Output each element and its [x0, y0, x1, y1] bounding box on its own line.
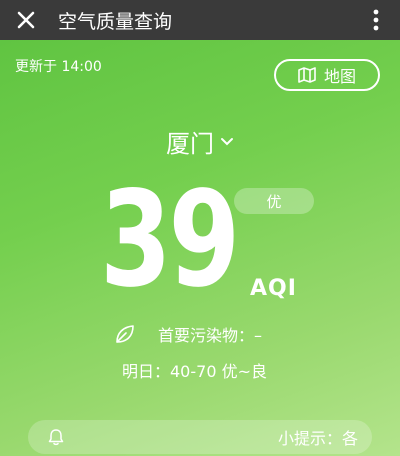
aqi-screen: 空气质量查询 更新于 14:00 地图 厦门 39 优 AQI 首要污染物：– …: [0, 0, 400, 456]
map-icon: [298, 67, 316, 83]
city-name: 厦门: [166, 130, 214, 158]
map-button-label: 地图: [323, 67, 356, 86]
tip-bar[interactable]: 小提示：各: [28, 420, 372, 454]
more-options-button[interactable]: [362, 0, 390, 40]
title-bar: 空气质量查询: [0, 0, 400, 40]
tomorrow-forecast: 明日：40-70 优~良: [122, 362, 267, 381]
city-selector[interactable]: 厦门: [166, 124, 234, 159]
close-icon: [17, 11, 35, 29]
map-button[interactable]: 地图: [274, 59, 380, 91]
leaf-icon: [116, 325, 134, 343]
aqi-level-badge: 优: [234, 188, 314, 214]
aqi-value: 39: [100, 163, 240, 317]
close-button[interactable]: [0, 0, 52, 40]
page-title: 空气质量查询: [58, 10, 173, 33]
city-selector-row: 厦门: [0, 124, 400, 159]
tip-text: 小提示：各: [277, 429, 358, 448]
primary-pollutant: 首要污染物：–: [114, 322, 262, 346]
aqi-label: AQI: [250, 276, 297, 301]
primary-pollutant-text: 首要污染物：–: [158, 326, 263, 345]
updated-time: 更新于 14:00: [15, 59, 102, 75]
chevron-down-icon: [221, 137, 233, 145]
more-vertical-icon: [373, 9, 379, 31]
bell-icon: [48, 429, 64, 446]
